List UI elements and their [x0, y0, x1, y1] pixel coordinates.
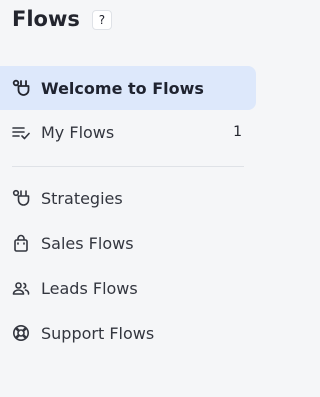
divider [12, 166, 244, 167]
sidebar-item-support-flows[interactable]: Support Flows [0, 311, 256, 355]
sidebar-item-label: Welcome to Flows [41, 78, 204, 98]
flows-sidebar: Flows ? Welcome to Flows My Flows 1 Stra… [0, 0, 261, 397]
people-icon [11, 278, 31, 298]
sidebar-item-label: Strategies [41, 188, 123, 208]
lifebuoy-icon [11, 323, 31, 343]
sidebar-item-leads-flows[interactable]: Leads Flows [0, 266, 256, 310]
flows-icon [11, 78, 31, 98]
item-count-badge: 1 [233, 124, 242, 140]
sidebar-item-my-flows[interactable]: My Flows 1 [0, 110, 256, 154]
sidebar-item-label: Support Flows [41, 323, 155, 343]
sidebar-item-strategies[interactable]: Strategies [0, 176, 256, 220]
sidebar-item-label: Sales Flows [41, 233, 134, 253]
help-button[interactable]: ? [91, 10, 112, 30]
sidebar-item-label: Leads Flows [41, 278, 138, 298]
sidebar-item-label: My Flows [41, 122, 115, 142]
checklist-icon [11, 122, 31, 142]
sidebar-item-sales-flows[interactable]: Sales Flows [0, 221, 256, 265]
flows-icon [11, 188, 31, 208]
page-title: Flows [12, 7, 80, 31]
sidebar-item-welcome-to-flows[interactable]: Welcome to Flows [0, 66, 256, 110]
sidebar-header: Flows ? [12, 7, 112, 31]
shopping-bag-icon [11, 233, 31, 253]
